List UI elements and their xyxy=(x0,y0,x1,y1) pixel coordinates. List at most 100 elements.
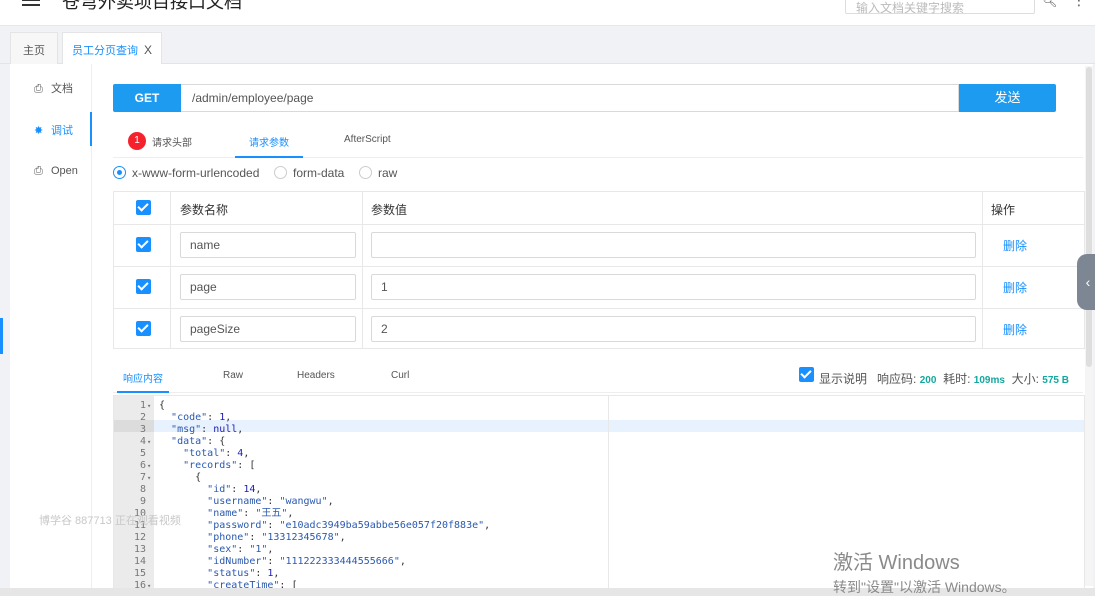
fold-toggle-icon[interactable]: ▾ xyxy=(147,460,151,472)
code-text: "password": "e10adc3949ba59abbe56e057f20… xyxy=(207,520,491,531)
bug-icon: ✸ xyxy=(34,125,44,137)
activation-title: 激活 Windows xyxy=(833,552,960,574)
table-divider xyxy=(170,192,171,348)
tab-after-script[interactable]: AfterScript xyxy=(344,124,391,158)
line-number: 9 xyxy=(139,496,146,507)
radio-urlencoded[interactable]: x-www-form-urlencoded xyxy=(113,166,259,180)
line-number: 12 xyxy=(133,532,146,543)
nav-item-doc-label: 文档 xyxy=(51,83,73,95)
param-value-input[interactable]: 1 xyxy=(371,274,976,300)
code-text: "data": { xyxy=(171,436,226,447)
param-value-input[interactable]: 2 xyxy=(371,316,976,342)
response-meta: 显示说明 响应码: 200 耗时: 109ms 大小: 575 B xyxy=(819,370,1069,387)
code-text: "phone": "13312345678", xyxy=(207,532,346,543)
code-text: "status": 1, xyxy=(207,568,280,579)
code-text: "msg": null, xyxy=(171,424,244,435)
line-number: 3 xyxy=(139,424,146,435)
line-number: 14 xyxy=(133,556,146,567)
top-header: 苍穹外卖项目接口文档 输入文档关键字搜索 🔍︎ ⋮ xyxy=(0,0,1095,26)
app-title: 苍穹外卖项目接口文档 xyxy=(62,0,242,12)
code-text: { xyxy=(159,472,202,483)
fold-toggle-icon[interactable]: ▾ xyxy=(147,400,151,412)
send-button[interactable]: 发送 xyxy=(959,84,1056,112)
row-checkbox[interactable] xyxy=(136,279,151,294)
line-number: 1 xyxy=(139,400,146,411)
col-header-action: 操作 xyxy=(991,203,1016,217)
tab-employee-page[interactable]: 员工分页查询 X xyxy=(62,32,162,65)
video-watermark: 博学谷 887713 正在观看视频 xyxy=(39,515,181,527)
radio-raw[interactable]: raw xyxy=(359,166,397,180)
tab-employee-page-label: 员工分页查询 xyxy=(71,45,138,57)
tab-request-headers[interactable]: 1 请求头部 xyxy=(128,124,192,158)
select-all-checkbox[interactable] xyxy=(136,200,151,215)
code-text: "code": 1, xyxy=(171,412,232,423)
fold-toggle-icon[interactable]: ▾ xyxy=(147,436,151,448)
tab-response-raw[interactable]: Raw xyxy=(223,361,243,393)
col-header-name: 参数名称 xyxy=(180,203,229,217)
response-code-label: 响应码: xyxy=(877,372,917,386)
tab-home[interactable]: 主页 xyxy=(10,32,58,64)
nav-item-doc[interactable]: ⎙ 文档 xyxy=(10,70,92,104)
code-text: { xyxy=(159,400,166,411)
param-name-input[interactable]: pageSize xyxy=(180,316,356,342)
code-text: "username": "wangwu", xyxy=(207,496,334,507)
nav-item-open-label: Open xyxy=(51,165,78,177)
menu-icon[interactable] xyxy=(22,0,40,6)
search-input[interactable]: 输入文档关键字搜索 xyxy=(845,0,1035,15)
nav-item-open[interactable]: ⎙ Open xyxy=(10,155,92,189)
tab-response-curl[interactable]: Curl xyxy=(391,361,409,393)
nav-item-debug[interactable]: ✸ 调试 xyxy=(10,112,92,146)
tab-response-content[interactable]: 响应内容 xyxy=(117,361,169,393)
row-checkbox[interactable] xyxy=(136,237,151,252)
request-tabs: 1 请求头部 请求参数 AfterScript xyxy=(113,124,1083,158)
delete-row-button[interactable]: 删除 xyxy=(1003,321,1027,338)
line-number: 7 xyxy=(139,472,146,483)
line-number: 15 xyxy=(133,568,146,579)
line-number: 6 xyxy=(139,460,146,471)
radio-form-data-label: form-data xyxy=(293,166,345,180)
file-icon: ⎙ xyxy=(34,165,43,177)
radio-form-data[interactable]: form-data xyxy=(274,166,344,180)
code-text: "sex": "1", xyxy=(207,544,274,555)
radio-dot xyxy=(274,166,287,179)
radio-urlencoded-label: x-www-form-urlencoded xyxy=(132,166,260,180)
fold-toggle-icon[interactable]: ▾ xyxy=(147,472,151,484)
method-select[interactable]: GET xyxy=(113,84,181,112)
close-icon[interactable]: X xyxy=(144,43,152,57)
code-text: "id": 14, xyxy=(207,484,262,495)
response-code-value: 200 xyxy=(919,375,937,386)
table-divider xyxy=(114,224,1084,225)
param-value-input[interactable] xyxy=(371,232,976,258)
collapse-handle[interactable]: ‹ xyxy=(1077,254,1095,310)
print-margin xyxy=(608,396,609,590)
line-number: 4 xyxy=(139,436,146,447)
col-header-value: 参数值 xyxy=(371,203,408,217)
left-edge-marker xyxy=(0,318,3,354)
search-icon[interactable]: 🔍︎ xyxy=(1042,0,1057,8)
show-desc-checkbox[interactable] xyxy=(799,367,814,382)
tab-response-headers[interactable]: Headers xyxy=(297,361,335,393)
code-text: "idNumber": "111222333444555666", xyxy=(207,556,406,567)
more-icon[interactable]: ⋮ xyxy=(1072,0,1086,9)
chevron-left-icon: ‹ xyxy=(1085,274,1091,290)
code-text: "total": 4, xyxy=(183,448,250,459)
headers-count-badge: 1 xyxy=(128,132,146,151)
param-name-input[interactable]: page xyxy=(180,274,356,300)
param-name-input[interactable]: name xyxy=(180,232,356,258)
line-number: 5 xyxy=(139,448,146,459)
row-checkbox[interactable] xyxy=(136,321,151,336)
nav-item-debug-label: 调试 xyxy=(51,125,73,137)
radio-raw-label: raw xyxy=(378,166,398,180)
active-line-highlight xyxy=(114,420,1084,432)
url-input[interactable]: /admin/employee/page xyxy=(181,84,959,112)
delete-row-button[interactable]: 删除 xyxy=(1003,279,1027,296)
response-size-label: 大小: xyxy=(1011,372,1039,386)
response-tabs: 响应内容 Raw Headers Curl 显示说明 响应码: 200 耗时: … xyxy=(113,361,1083,393)
scrollbar-thumb[interactable] xyxy=(1086,67,1092,367)
tab-request-params[interactable]: 请求参数 xyxy=(235,124,303,158)
response-size-value: 575 B xyxy=(1042,375,1069,386)
windows-activation-notice: 激活 Windows 转到"设置"以激活 Windows。 xyxy=(833,546,1016,596)
response-time-value: 109ms xyxy=(973,375,1005,386)
line-number: 13 xyxy=(133,544,146,555)
delete-row-button[interactable]: 删除 xyxy=(1003,237,1027,254)
